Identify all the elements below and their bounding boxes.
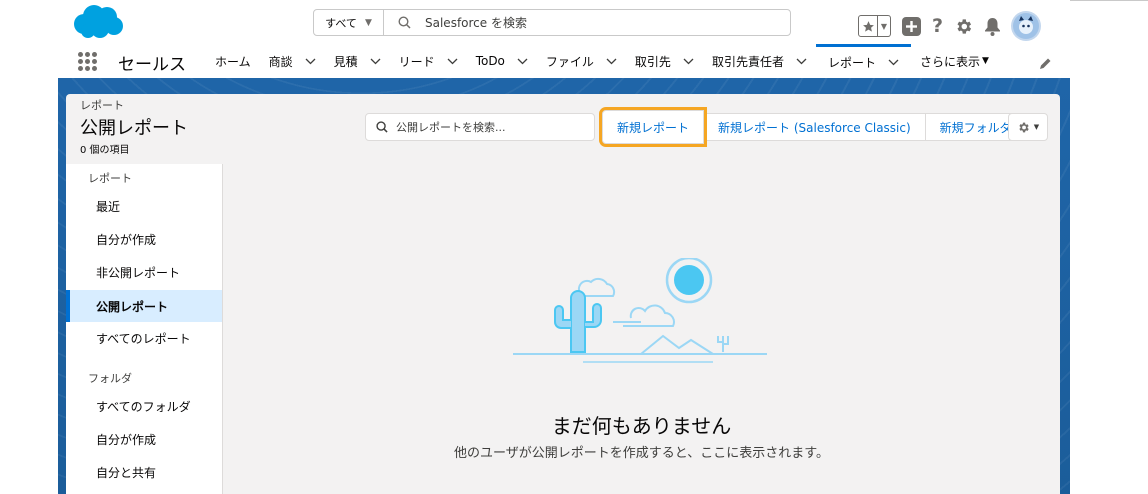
nav-item-contacts[interactable]: 取引先責任者 [703, 44, 816, 78]
search-scope-label: すべて [325, 16, 357, 30]
list-settings-button[interactable]: ▼ [1008, 113, 1048, 141]
search-icon [398, 16, 411, 29]
search-scope-dropdown[interactable]: すべて ▼ [314, 10, 384, 35]
sidebar-heading-folders: フォルダ [88, 372, 132, 385]
nav-items: ホーム 商談 見積 リード ToDo ファイル 取引先 取引先責任者 レポート … [206, 44, 998, 78]
sidebar-item-label: 自分と共有 [96, 465, 157, 480]
star-icon[interactable] [859, 16, 878, 36]
desert-illustration [513, 256, 773, 372]
global-search-input[interactable]: Salesforce を検索 [384, 14, 790, 31]
nav-item-label: 取引先責任者 [711, 54, 784, 69]
list-search-input[interactable]: 公開レポートを検索... [365, 113, 595, 141]
nav-item-label: 商談 [268, 54, 293, 69]
nav-item-label: 取引先 [634, 54, 671, 69]
global-header: すべて ▼ Salesforce を検索 ▼ ? [58, 0, 1070, 44]
nav-item-files[interactable]: ファイル [537, 44, 626, 78]
favorites-dropdown-icon[interactable]: ▼ [878, 22, 890, 31]
edit-nav-pencil-icon[interactable] [1039, 55, 1052, 74]
sidebar-item-label: 自分が作成 [96, 432, 157, 447]
empty-state-title: まだ何もありません [551, 414, 732, 438]
nav-item-label: ToDo [475, 54, 505, 68]
nav-item-label: 見積 [333, 54, 358, 69]
list-actions: 新規レポート 新規レポート (Salesforce Classic) 新規フォル… [598, 107, 1027, 147]
sidebar-item-label: すべてのレポート [96, 331, 191, 346]
item-count: 0 個の項目 [80, 145, 130, 156]
user-avatar[interactable] [1011, 11, 1042, 41]
global-actions: ▼ ? [858, 11, 1042, 41]
sidebar-item-all-reports[interactable]: すべてのレポート [66, 322, 222, 354]
page-title: 公開レポート [80, 118, 188, 139]
sidebar-item-label: 自分が作成 [96, 232, 157, 247]
nav-item-label: ファイル [545, 54, 594, 69]
sidebar-item-folders-created-by-me[interactable]: 自分が作成 [66, 423, 222, 455]
search-icon [376, 121, 388, 133]
global-search-placeholder: Salesforce を検索 [425, 16, 527, 30]
nav-item-label: ホーム [215, 54, 251, 69]
global-search: すべて ▼ Salesforce を検索 [313, 9, 791, 36]
add-icon[interactable] [902, 16, 921, 36]
chevron-down-icon: ▼ [364, 17, 372, 28]
caret-down-icon: ▼ [1033, 123, 1040, 131]
nav-item-opportunities[interactable]: 商談 [260, 44, 325, 78]
chevron-down-icon[interactable] [305, 58, 316, 65]
help-icon[interactable]: ? [932, 15, 943, 37]
empty-state-subtitle: 他のユーザが公開レポートを作成すると、ここに表示されます。 [454, 446, 829, 461]
sidebar-item-private-reports[interactable]: 非公開レポート [66, 256, 222, 288]
nav-item-more[interactable]: さらに表示 ▼ [911, 44, 998, 78]
chevron-down-icon[interactable] [606, 58, 617, 65]
list-search-placeholder: 公開レポートを検索... [396, 121, 506, 134]
nav-item-label: レポート [827, 56, 876, 70]
sidebar-item-label: 公開レポート [96, 299, 169, 314]
nav-item-reports[interactable]: レポート [815, 44, 911, 78]
setup-gear-icon[interactable] [954, 17, 973, 36]
chevron-down-icon[interactable] [683, 58, 694, 65]
new-report-classic-button[interactable]: 新規レポート (Salesforce Classic) [703, 113, 926, 141]
nav-item-todo[interactable]: ToDo [467, 44, 537, 78]
nav-item-label: リード [398, 54, 435, 69]
caret-down-icon: ▼ [981, 56, 989, 66]
chevron-down-icon[interactable] [447, 58, 458, 65]
sidebar-item-recent[interactable]: 最近 [66, 190, 222, 222]
sidebar-item-shared-with-me[interactable]: 自分と共有 [66, 456, 222, 488]
sidebar-heading-reports: レポート [88, 172, 132, 185]
sidebar-item-label: 最近 [96, 199, 121, 214]
nav-item-label: さらに表示 [919, 54, 980, 69]
chevron-down-icon[interactable] [888, 59, 899, 66]
salesforce-logo-icon[interactable] [70, 4, 124, 44]
chevron-down-icon[interactable] [370, 58, 381, 65]
salesforce-app: すべて ▼ Salesforce を検索 ▼ ? セールス ホーム 商談 見積 … [58, 0, 1070, 494]
sidebar-item-public-reports[interactable]: 公開レポート [66, 290, 222, 322]
nav-item-home[interactable]: ホーム [206, 44, 260, 78]
breadcrumb[interactable]: レポート [80, 97, 124, 113]
chevron-down-icon[interactable] [517, 58, 528, 65]
nav-item-leads[interactable]: リード [390, 44, 467, 78]
sidebar-item-label: すべてのフォルダ [96, 399, 191, 414]
new-report-button[interactable]: 新規レポート [598, 107, 708, 147]
gear-icon [1019, 122, 1029, 132]
app-name: セールス [118, 55, 186, 75]
chevron-down-icon[interactable] [796, 58, 807, 65]
report-list-main: まだ何もありません 他のユーザが公開レポートを作成すると、ここに表示されます。 [223, 164, 1060, 494]
nav-item-accounts[interactable]: 取引先 [626, 44, 703, 78]
sidebar-item-created-by-me[interactable]: 自分が作成 [66, 223, 222, 255]
app-navigation-bar: セールス ホーム 商談 見積 リード ToDo ファイル 取引先 取引先責任者 … [58, 44, 1070, 78]
sidebar-item-all-folders[interactable]: すべてのフォルダ [66, 390, 222, 422]
page-edge-rule [1070, 0, 1148, 1]
notification-bell-icon[interactable] [984, 17, 1001, 36]
favorites-group: ▼ [858, 15, 891, 37]
sidebar-item-label: 非公開レポート [96, 265, 181, 280]
nav-item-quotes[interactable]: 見積 [325, 44, 390, 78]
report-sidebar: レポート 最近 自分が作成 非公開レポート 公開レポート すべてのレポート フォ… [66, 164, 223, 494]
app-launcher-icon[interactable] [78, 52, 97, 71]
